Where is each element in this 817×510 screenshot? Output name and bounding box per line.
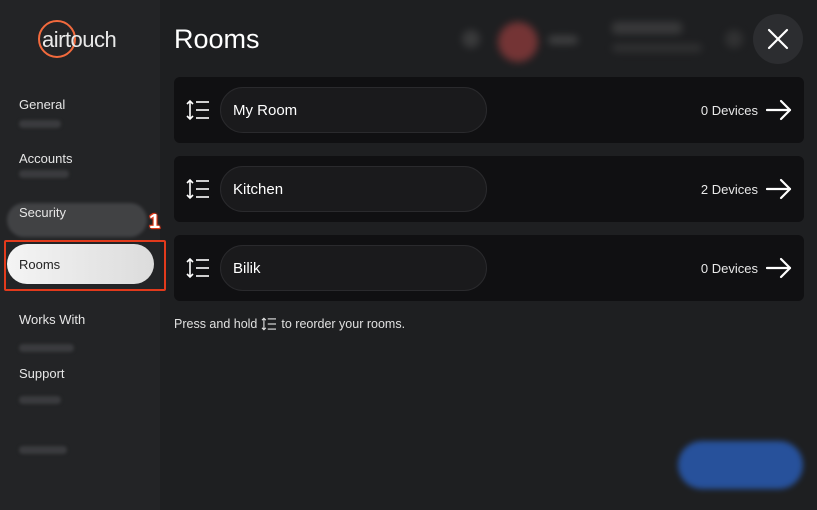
room-card-kitchen[interactable]: Kitchen 2 Devices [174, 156, 804, 222]
background-action-button [678, 441, 803, 489]
sidebar-item-security[interactable]: Security [19, 205, 66, 220]
sidebar-item-accounts[interactable]: Accounts [19, 151, 72, 166]
page-title: Rooms [174, 24, 260, 54]
room-name-field[interactable]: Bilik [220, 245, 487, 291]
sidebar-sub-accounts [19, 170, 69, 178]
reorder-hint: Press and hold to reorder your rooms. [174, 317, 405, 331]
bg-avatar [498, 22, 538, 62]
hint-text-before: Press and hold [174, 317, 258, 331]
hint-text-after: to reorder your rooms. [281, 317, 406, 331]
room-name: My Room [233, 102, 298, 119]
sidebar-item-general[interactable]: General [19, 97, 65, 112]
bg-text [612, 22, 682, 34]
sidebar-sub-support [19, 396, 61, 404]
arrow-right-icon[interactable] [766, 256, 792, 280]
close-button[interactable] [753, 14, 803, 64]
device-count: 0 Devices [700, 261, 758, 276]
sidebar-sub-works-with [19, 344, 74, 352]
reorder-icon[interactable] [186, 178, 210, 200]
reorder-icon[interactable] [186, 99, 210, 121]
room-name-field[interactable]: Kitchen [220, 166, 487, 212]
reorder-icon[interactable] [186, 257, 210, 279]
logo-text: airtouch [42, 27, 117, 52]
bg-icon [725, 30, 743, 48]
airtouch-logo: airtouch [38, 20, 117, 60]
sidebar-sub-version [19, 446, 67, 454]
room-name-field[interactable]: My Room [220, 87, 487, 133]
room-name: Kitchen [233, 181, 284, 198]
room-card-bilik[interactable]: Bilik 0 Devices [174, 235, 804, 301]
annotation-highlight-box [4, 240, 166, 291]
bg-text [548, 36, 578, 44]
room-name: Bilik [233, 260, 261, 277]
annotation-number: 1 [149, 211, 161, 233]
close-icon [767, 28, 789, 50]
device-count: 2 Devices [700, 182, 758, 197]
sidebar-item-works-with[interactable]: Works With [19, 312, 85, 327]
sidebar-item-support[interactable]: Support [19, 366, 65, 381]
bg-icon [462, 30, 480, 48]
room-card-my-room[interactable]: My Room 0 Devices [174, 77, 804, 143]
reorder-icon [261, 317, 277, 331]
bg-text [612, 44, 702, 52]
device-count: 0 Devices [700, 103, 758, 118]
arrow-right-icon[interactable] [766, 177, 792, 201]
sidebar-sub-general [19, 120, 61, 128]
arrow-right-icon[interactable] [766, 98, 792, 122]
